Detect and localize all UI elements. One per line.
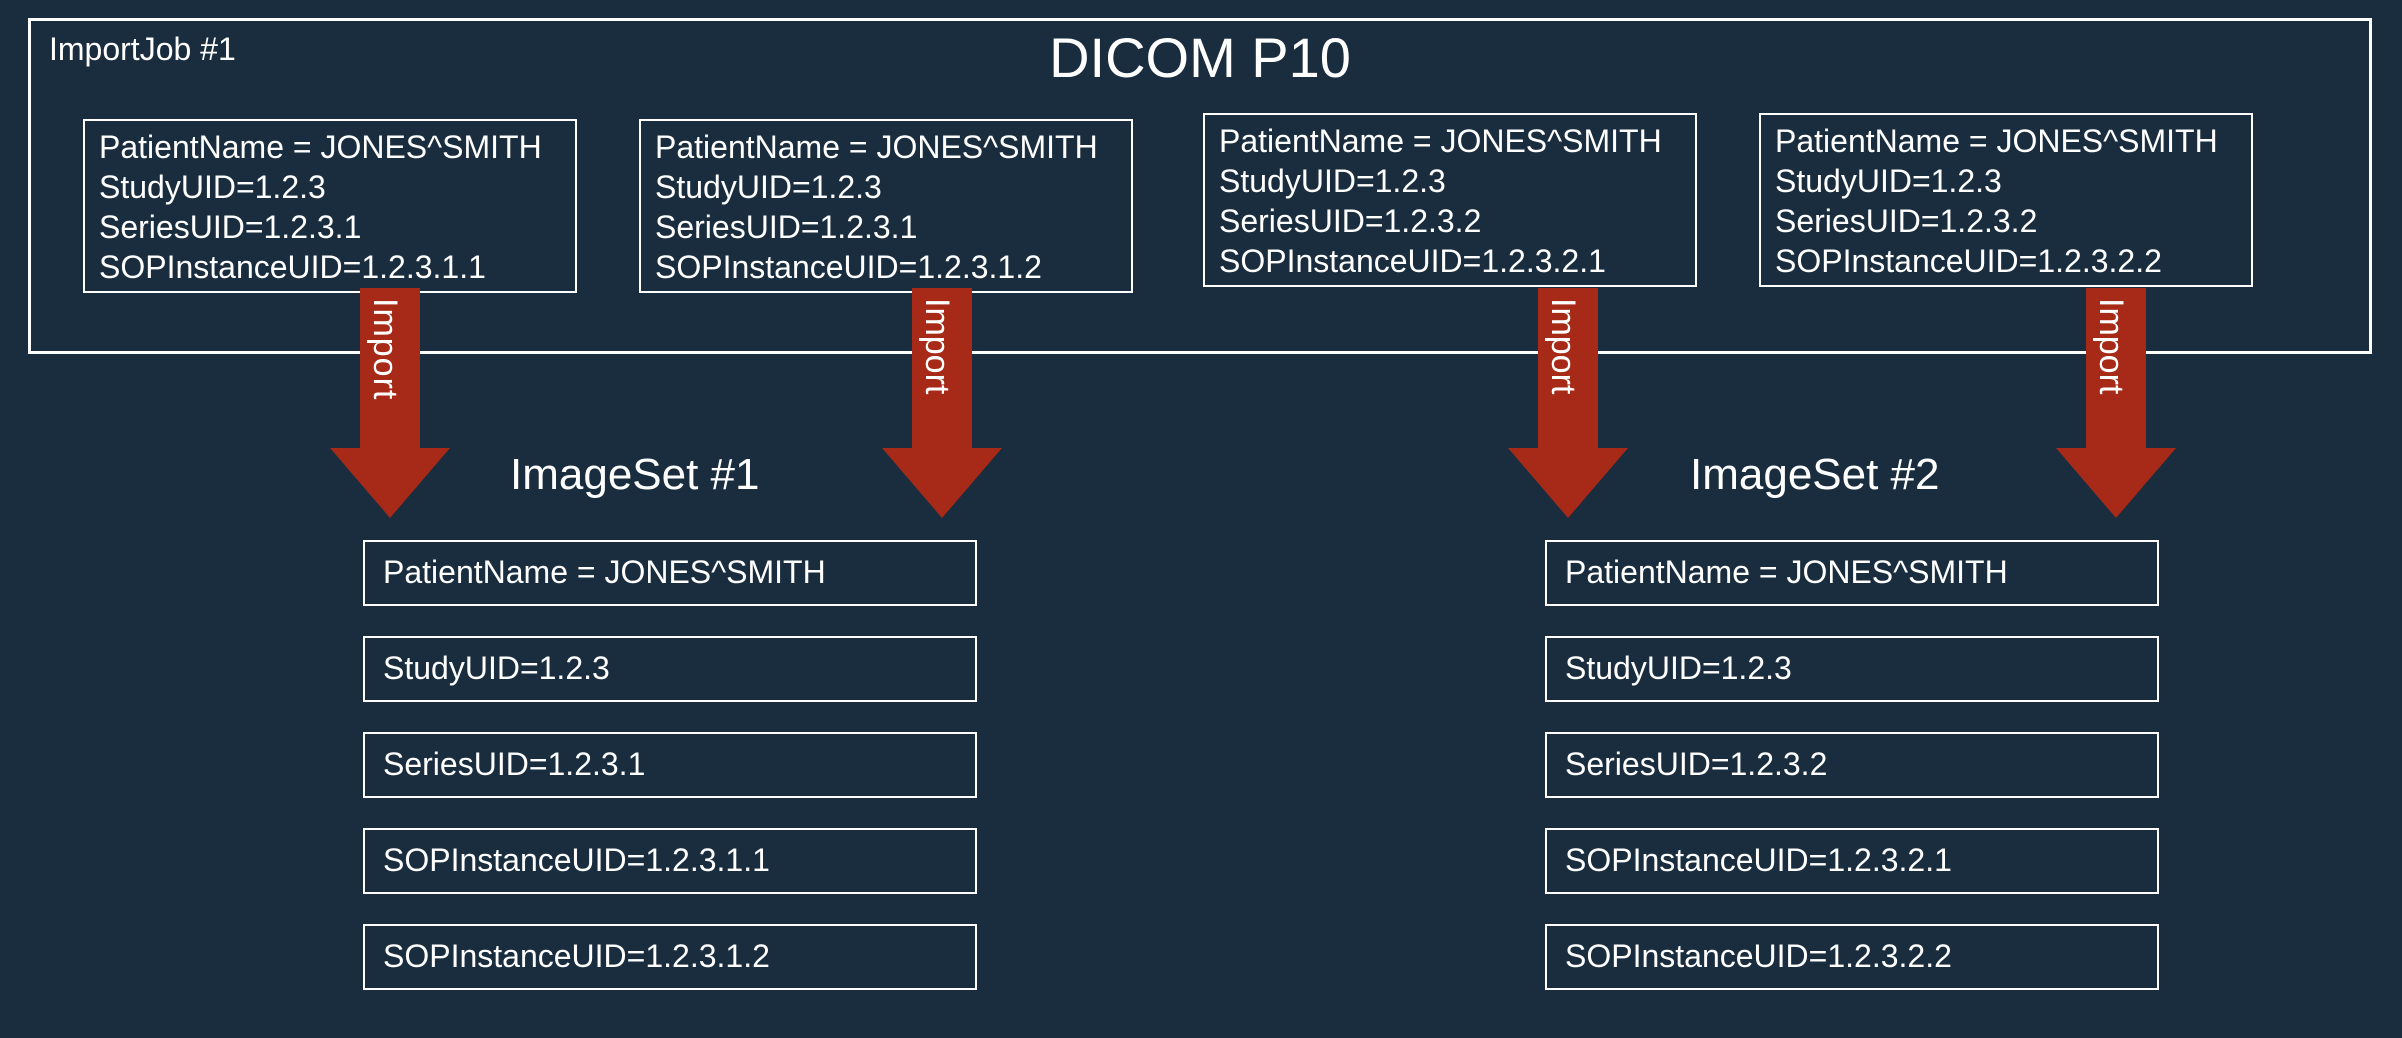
set1-row-sop1: SOPInstanceUID=1.2.3.1.1 [363, 828, 977, 894]
source-box-2: PatientName = JONES^SMITH StudyUID=1.2.3… [639, 119, 1133, 293]
set2-row-sop2: SOPInstanceUID=1.2.3.2.2 [1545, 924, 2159, 990]
set1-row-sop2-text: SOPInstanceUID=1.2.3.1.2 [383, 938, 770, 975]
import-arrow-1-label: Import [365, 298, 404, 400]
import-arrow-4-label: Import [2091, 298, 2130, 394]
source-3-sop: SOPInstanceUID=1.2.3.2.1 [1219, 243, 1606, 280]
set1-row-study: StudyUID=1.2.3 [363, 636, 977, 702]
set1-row-study-text: StudyUID=1.2.3 [383, 650, 610, 687]
set2-row-study: StudyUID=1.2.3 [1545, 636, 2159, 702]
source-2-sop: SOPInstanceUID=1.2.3.1.2 [655, 249, 1042, 286]
set1-row-series-text: SeriesUID=1.2.3.1 [383, 746, 645, 783]
source-1-patient: PatientName = JONES^SMITH [99, 129, 542, 166]
imageset-2-label: ImageSet #2 [1690, 450, 1940, 500]
set1-row-series: SeriesUID=1.2.3.1 [363, 732, 977, 798]
set2-row-sop2-text: SOPInstanceUID=1.2.3.2.2 [1565, 938, 1952, 975]
source-3-series: SeriesUID=1.2.3.2 [1219, 203, 1481, 240]
set2-row-patient: PatientName = JONES^SMITH [1545, 540, 2159, 606]
source-2-series: SeriesUID=1.2.3.1 [655, 209, 917, 246]
source-3-patient: PatientName = JONES^SMITH [1219, 123, 1662, 160]
set2-row-study-text: StudyUID=1.2.3 [1565, 650, 1792, 687]
source-box-4: PatientName = JONES^SMITH StudyUID=1.2.3… [1759, 113, 2253, 287]
set1-row-patient: PatientName = JONES^SMITH [363, 540, 977, 606]
set2-row-series-text: SeriesUID=1.2.3.2 [1565, 746, 1827, 783]
source-1-study: StudyUID=1.2.3 [99, 169, 326, 206]
import-arrow-3-label: Import [1543, 298, 1582, 394]
set2-row-patient-text: PatientName = JONES^SMITH [1565, 554, 2008, 591]
source-2-patient: PatientName = JONES^SMITH [655, 129, 1098, 166]
set1-row-sop2: SOPInstanceUID=1.2.3.1.2 [363, 924, 977, 990]
source-4-study: StudyUID=1.2.3 [1775, 163, 2002, 200]
source-1-series: SeriesUID=1.2.3.1 [99, 209, 361, 246]
source-box-3: PatientName = JONES^SMITH StudyUID=1.2.3… [1203, 113, 1697, 287]
set1-row-sop1-text: SOPInstanceUID=1.2.3.1.1 [383, 842, 770, 879]
source-3-study: StudyUID=1.2.3 [1219, 163, 1446, 200]
set1-row-patient-text: PatientName = JONES^SMITH [383, 554, 826, 591]
set2-row-sop1: SOPInstanceUID=1.2.3.2.1 [1545, 828, 2159, 894]
source-2-study: StudyUID=1.2.3 [655, 169, 882, 206]
source-box-1: PatientName = JONES^SMITH StudyUID=1.2.3… [83, 119, 577, 293]
import-arrow-2-label: Import [917, 298, 956, 394]
set2-row-sop1-text: SOPInstanceUID=1.2.3.2.1 [1565, 842, 1952, 879]
source-1-sop: SOPInstanceUID=1.2.3.1.1 [99, 249, 486, 286]
source-4-patient: PatientName = JONES^SMITH [1775, 123, 2218, 160]
source-4-series: SeriesUID=1.2.3.2 [1775, 203, 2037, 240]
source-4-sop: SOPInstanceUID=1.2.3.2.2 [1775, 243, 2162, 280]
imageset-1-label: ImageSet #1 [510, 450, 760, 500]
set2-row-series: SeriesUID=1.2.3.2 [1545, 732, 2159, 798]
dicom-title: DICOM P10 [31, 25, 2369, 90]
